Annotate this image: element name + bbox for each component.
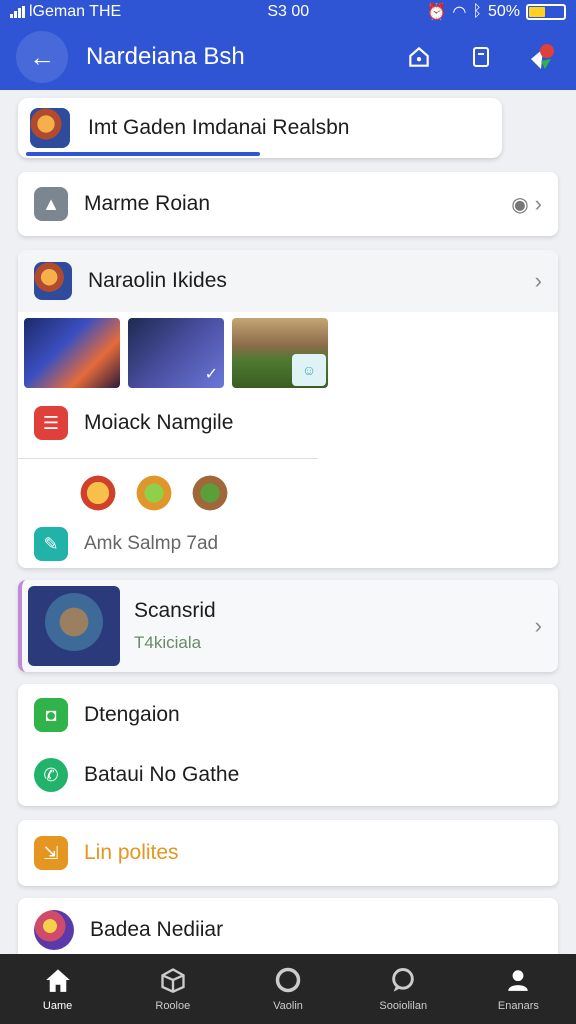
nav-vaolin[interactable]: Vaolin (230, 954, 345, 1024)
marme-label: Marme Roian (84, 192, 211, 215)
bottom-nav: Uame Rooloe Vaolin Sooiolilan Enanars (0, 954, 576, 1024)
profile-button[interactable] (526, 40, 560, 74)
home-lock-button[interactable] (402, 40, 436, 74)
scansrid-title: Scansrid (134, 599, 216, 622)
amk-row[interactable]: ✎ Amk Salmp 7ad (18, 513, 558, 575)
naraolin-thumbnail (34, 262, 72, 300)
clock: S3 00 (267, 3, 310, 20)
home-icon (43, 966, 73, 994)
screenshot-3[interactable]: ☺ (232, 318, 328, 388)
chat-icon: ✆ (34, 758, 68, 792)
scansrid-card[interactable]: Scansrid T4kiciala › (18, 580, 558, 672)
screenshot-1[interactable] (24, 318, 120, 388)
nav-home[interactable]: Uame (0, 954, 115, 1024)
chevron-right-icon: › (534, 191, 542, 216)
progress-bar (26, 152, 260, 156)
app-logo-icon (531, 44, 554, 69)
briefcase-icon: ⇲ (34, 836, 68, 870)
bluetooth-icon: ᛒ (472, 3, 482, 20)
sticker-3[interactable] (186, 473, 234, 513)
gamepad-icon: ◘ (34, 698, 68, 732)
circle-icon (273, 966, 303, 994)
dtengaion-label: Dtengaion (84, 703, 180, 726)
alarm-icon: ⏰ (426, 4, 447, 21)
dtengaion-row[interactable]: ◘ Dtengaion (18, 684, 558, 746)
carrier-label: lGeman THE (29, 3, 122, 20)
naraolin-label: Naraolin Ikides (88, 269, 227, 292)
sticker-row (18, 459, 558, 513)
amk-label: Amk Salmp 7ad (84, 533, 219, 554)
battery-percent: 50% (487, 3, 520, 20)
nav-sooiolilan-label: Sooiolilan (379, 1000, 428, 1012)
game-thumbnail (30, 108, 70, 148)
page-title: Nardeiana Bsh (86, 43, 245, 70)
chevron-right-icon: › (534, 268, 542, 293)
back-button[interactable]: ← (16, 31, 68, 83)
nav-rooloe-label: Rooloe (155, 1000, 191, 1012)
status-bar: lGeman THE S3 00 ⏰ ◠ ᛒ 50% (0, 0, 576, 24)
bataui-row[interactable]: ✆ Bataui No Gathe (18, 746, 558, 804)
person-icon (503, 966, 533, 994)
settings-card: ◘ Dtengaion ✆ Bataui No Gathe (18, 684, 558, 806)
app-bar: ← Nardeiana Bsh (0, 24, 576, 90)
lock-icon: ▲ (34, 187, 68, 221)
nav-sooiolilan[interactable]: Sooiolilan (346, 954, 461, 1024)
naraolin-row[interactable]: Naraolin Ikides › (18, 250, 558, 312)
screenshot-2[interactable]: ✓ (128, 318, 224, 388)
nav-rooloe[interactable]: Rooloe (115, 954, 230, 1024)
sticker-2[interactable] (130, 473, 178, 513)
document-button[interactable] (464, 40, 498, 74)
lin-label: Lin polites (84, 841, 179, 864)
nav-enanars[interactable]: Enanars (461, 954, 576, 1024)
wifi-icon: ◠ (452, 4, 467, 21)
signal-icon (10, 6, 25, 18)
marme-card[interactable]: ▲ Marme Roian ◉ › (18, 172, 558, 236)
eye-icon: ◉ (511, 193, 529, 216)
chat-bubble-icon (388, 966, 418, 994)
badea-label: Badea Nediiar (90, 918, 224, 941)
nav-enanars-label: Enanars (497, 1000, 539, 1012)
bataui-label: Bataui No Gathe (84, 763, 240, 786)
arrow-left-icon: ← (29, 41, 55, 72)
box-icon (158, 966, 188, 994)
continue-playing-card[interactable]: Imt Gaden Imdanai Realsbn (18, 98, 502, 158)
moiack-label: Moiack Namgile (84, 411, 234, 434)
pencil-icon: ✎ (34, 527, 68, 561)
lin-card[interactable]: ⇲ Lin polites (18, 820, 558, 886)
moiack-row[interactable]: ☰ Moiack Namgile (18, 388, 558, 458)
emoji-icon: ☺ (292, 354, 326, 386)
badea-avatar (34, 910, 74, 950)
screenshot-strip: ✓ ☺ (18, 312, 558, 388)
scansrid-thumbnail (28, 586, 120, 666)
scansrid-subtitle: T4kiciala (134, 633, 202, 652)
sticker-1[interactable] (74, 473, 122, 513)
nav-vaolin-label: Vaolin (273, 1000, 303, 1012)
naraolin-card: Naraolin Ikides › ✓ ☺ ☰ Moiack Namgile ✎… (18, 250, 558, 568)
badea-card[interactable]: Badea Nediiar (18, 898, 558, 962)
check-icon: ✓ (204, 366, 218, 383)
house-icon (409, 46, 429, 67)
chevron-right-icon: › (534, 613, 542, 638)
continue-label: Imt Gaden Imdanai Realsbn (88, 116, 350, 139)
battery-icon (526, 4, 566, 20)
nav-home-label: Uame (42, 1000, 73, 1012)
list-icon: ☰ (34, 406, 68, 440)
document-icon (473, 47, 489, 67)
